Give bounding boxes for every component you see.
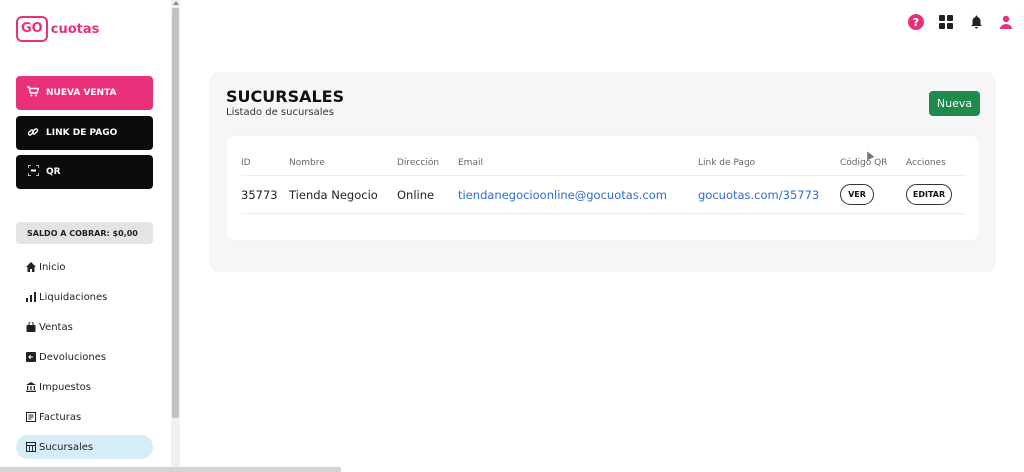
bag-icon <box>26 322 36 332</box>
page-title: SUCURSALES <box>226 87 345 106</box>
page-subtitle: Listado de sucursales <box>226 107 334 118</box>
link-de-pago-label: LINK DE PAGO <box>46 128 118 138</box>
qr-label: QR <box>46 167 61 177</box>
cell-nombre: Tienda Negocio <box>289 188 378 202</box>
sidebar-item-sucursales[interactable]: Sucursales <box>16 435 153 459</box>
bar-chart-icon <box>26 292 36 302</box>
apps-grid-icon[interactable] <box>938 14 954 30</box>
store-icon <box>26 442 36 452</box>
sidebar-item-label: Impuestos <box>39 381 91 393</box>
sidebar-item-inicio[interactable]: Inicio <box>16 255 153 279</box>
header-divider <box>241 175 965 176</box>
sidebar-item-liquidaciones[interactable]: Liquidaciones <box>16 285 153 309</box>
editar-button[interactable]: EDITAR <box>906 184 952 205</box>
sidebar-item-label: Sucursales <box>39 441 94 453</box>
sucursales-card: SUCURSALES Listado de sucursales Nueva I… <box>209 72 996 272</box>
scroll-up-arrow-icon[interactable] <box>173 1 179 5</box>
ver-qr-button[interactable]: VER <box>840 184 874 205</box>
bell-icon[interactable] <box>968 14 984 30</box>
sidebar-item-label: Liquidaciones <box>39 291 108 303</box>
sidebar-item-impuestos[interactable]: Impuestos <box>16 375 153 399</box>
logo[interactable]: GO cuotas <box>16 15 99 43</box>
sidebar-item-label: Facturas <box>39 411 82 423</box>
column-header-codigo-qr: Código QR <box>840 158 888 168</box>
sidebar-item-facturas[interactable]: Facturas <box>16 405 153 429</box>
home-icon <box>26 262 36 272</box>
invoice-icon <box>26 412 36 422</box>
column-header-nombre: Nombre <box>289 158 325 168</box>
nueva-venta-label: NUEVA VENTA <box>46 88 117 98</box>
row-divider <box>241 213 965 214</box>
bank-icon <box>26 382 36 392</box>
link-icon <box>26 126 40 141</box>
return-icon <box>26 352 36 362</box>
sidebar-item-ventas[interactable]: Ventas <box>16 315 153 339</box>
cell-id: 35773 <box>241 188 278 202</box>
cart-icon <box>26 86 40 100</box>
sidebar-item-label: Devoluciones <box>39 351 107 363</box>
column-header-email: Email <box>458 158 483 168</box>
cell-email-link[interactable]: tiendanegocioonline@gocuotas.com <box>458 188 667 202</box>
nueva-venta-button[interactable]: NUEVA VENTA <box>16 76 153 110</box>
qr-button[interactable]: QR <box>16 155 153 189</box>
nueva-sucursal-button[interactable]: Nueva <box>929 91 980 116</box>
link-de-pago-button[interactable]: LINK DE PAGO <box>16 116 153 150</box>
cell-link-de-pago[interactable]: gocuotas.com/35773 <box>698 188 819 202</box>
column-header-id: ID <box>241 158 251 168</box>
help-icon[interactable]: ? <box>908 14 924 30</box>
column-header-direccion: Dirección <box>397 158 440 168</box>
scrollbar-thumb[interactable] <box>172 8 179 418</box>
column-header-link-de-pago: Link de Pago <box>698 158 756 168</box>
sidebar: GO cuotas NUEVA VENTA LINK DE PAGO QR SA… <box>0 0 170 472</box>
logo-text: cuotas <box>50 21 100 37</box>
saldo-badge: SALDO A COBRAR: $0,00 <box>16 222 153 244</box>
sidebar-item-devoluciones[interactable]: Devoluciones <box>16 345 153 369</box>
horizontal-scrollbar[interactable] <box>0 467 341 472</box>
logo-box: GO <box>16 16 48 42</box>
sidebar-item-label: Ventas <box>39 321 73 333</box>
sidebar-item-label: Inicio <box>39 261 66 273</box>
user-icon[interactable] <box>998 14 1014 30</box>
top-icon-bar: ? <box>908 14 1014 30</box>
qr-icon <box>26 164 40 179</box>
column-header-acciones: Acciones <box>906 158 946 168</box>
cell-direccion: Online <box>397 188 435 202</box>
